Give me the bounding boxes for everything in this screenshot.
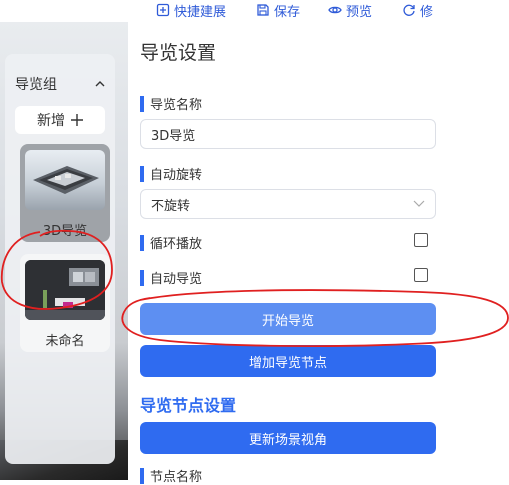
node-name-label: 节点名称 [140, 466, 202, 485]
guide-settings-panel: 导览设置 导览名称 3D导览 自动旋转 不旋转 循环播放 自动导览 开始导览 增… [128, 22, 448, 485]
group-title: 导览组 [15, 77, 57, 93]
scene-background: 导览组 新增 3D导览 未命名 [0, 22, 128, 480]
modify-label: 修 [420, 4, 434, 20]
label-marker [140, 234, 144, 251]
loop-play-text: 循环播放 [150, 237, 203, 252]
eye-icon [328, 6, 342, 14]
loop-play-checkbox[interactable] [414, 233, 428, 247]
quick-build-icon [156, 3, 170, 17]
top-toolbar: 快捷建展 保存 预览 修 [0, 0, 509, 22]
room-scene-icon [25, 260, 105, 320]
venue-model-icon [33, 166, 99, 194]
guide-card-3d[interactable]: 3D导览 [20, 144, 110, 242]
save-button[interactable]: 保存 [256, 1, 301, 20]
page-title: 导览设置 [140, 42, 217, 64]
right-blank-area [448, 22, 509, 480]
guide-name-input[interactable]: 3D导览 [140, 119, 436, 149]
guide-group-panel: 导览组 新增 3D导览 未命名 [5, 54, 115, 464]
quick-build-button[interactable]: 快捷建展 [156, 1, 227, 20]
auto-rotate-select[interactable]: 不旋转 [140, 189, 436, 219]
preview-label: 预览 [346, 4, 373, 20]
guide-card-label: 未命名 [45, 334, 85, 349]
save-label: 保存 [274, 4, 301, 20]
save-icon [257, 4, 269, 16]
update-view-button[interactable]: 更新场景视角 [140, 422, 436, 454]
guide-thumbnail [25, 150, 105, 210]
auto-guide-checkbox[interactable] [414, 268, 428, 282]
loop-play-label: 循环播放 [140, 233, 202, 252]
auto-guide-text: 自动导览 [150, 272, 203, 287]
guide-card-label: 3D导览 [42, 224, 88, 239]
refresh-icon [403, 4, 415, 16]
guide-name-label: 导览名称 [140, 94, 202, 113]
auto-rotate-text: 自动旋转 [150, 168, 203, 183]
label-marker [140, 467, 144, 484]
plus-icon [71, 114, 83, 126]
preview-button[interactable]: 预览 [328, 1, 373, 20]
node-name-text: 节点名称 [150, 470, 203, 485]
label-marker [140, 95, 144, 112]
guide-name-value: 3D导览 [151, 128, 196, 144]
add-guide-button[interactable]: 新增 [15, 106, 105, 134]
auto-rotate-label: 自动旋转 [140, 164, 202, 183]
guide-thumbnail [25, 260, 105, 320]
add-node-button[interactable]: 增加导览节点 [140, 345, 436, 377]
guide-name-text: 导览名称 [150, 98, 203, 113]
auto-guide-label: 自动导览 [140, 268, 202, 287]
add-label: 新增 [37, 113, 65, 129]
auto-rotate-value: 不旋转 [151, 198, 191, 214]
guide-card-untitled[interactable]: 未命名 [20, 254, 110, 352]
chevron-down-icon [413, 200, 425, 207]
start-guide-button[interactable]: 开始导览 [140, 303, 436, 335]
group-header[interactable]: 导览组 [15, 74, 107, 94]
quick-build-label: 快捷建展 [174, 4, 227, 20]
chevron-up-icon[interactable] [93, 77, 107, 91]
label-marker [140, 269, 144, 286]
node-settings-title: 导览节点设置 [140, 396, 237, 415]
label-marker [140, 165, 144, 182]
modify-button[interactable]: 修 [402, 1, 434, 20]
